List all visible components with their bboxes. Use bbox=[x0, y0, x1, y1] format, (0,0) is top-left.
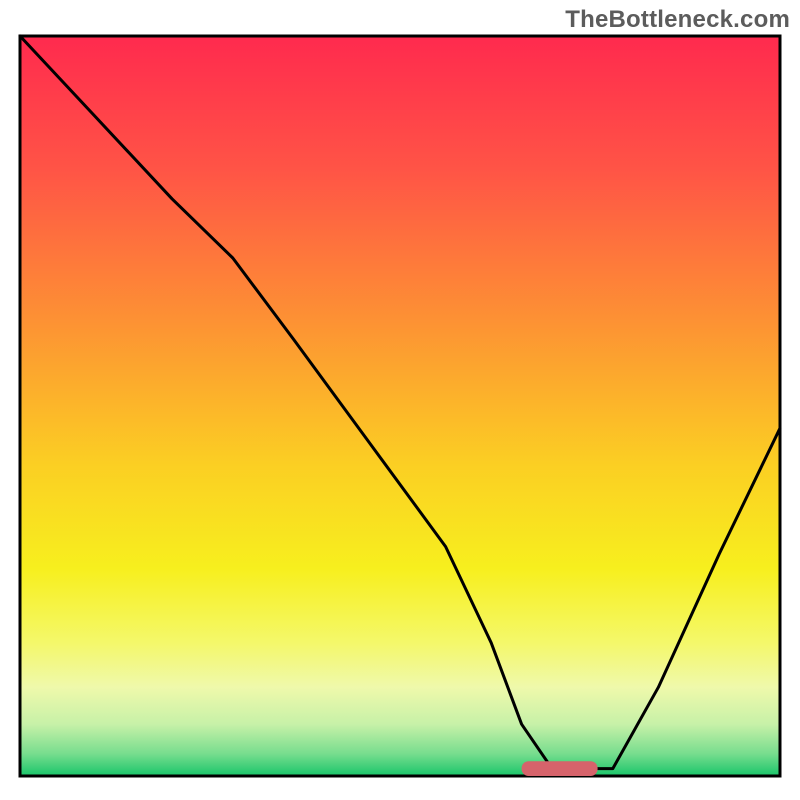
chart-container: TheBottleneck.com bbox=[0, 0, 800, 800]
bottleneck-chart bbox=[0, 0, 800, 800]
optimal-marker bbox=[522, 761, 598, 776]
plot-background bbox=[20, 36, 780, 776]
